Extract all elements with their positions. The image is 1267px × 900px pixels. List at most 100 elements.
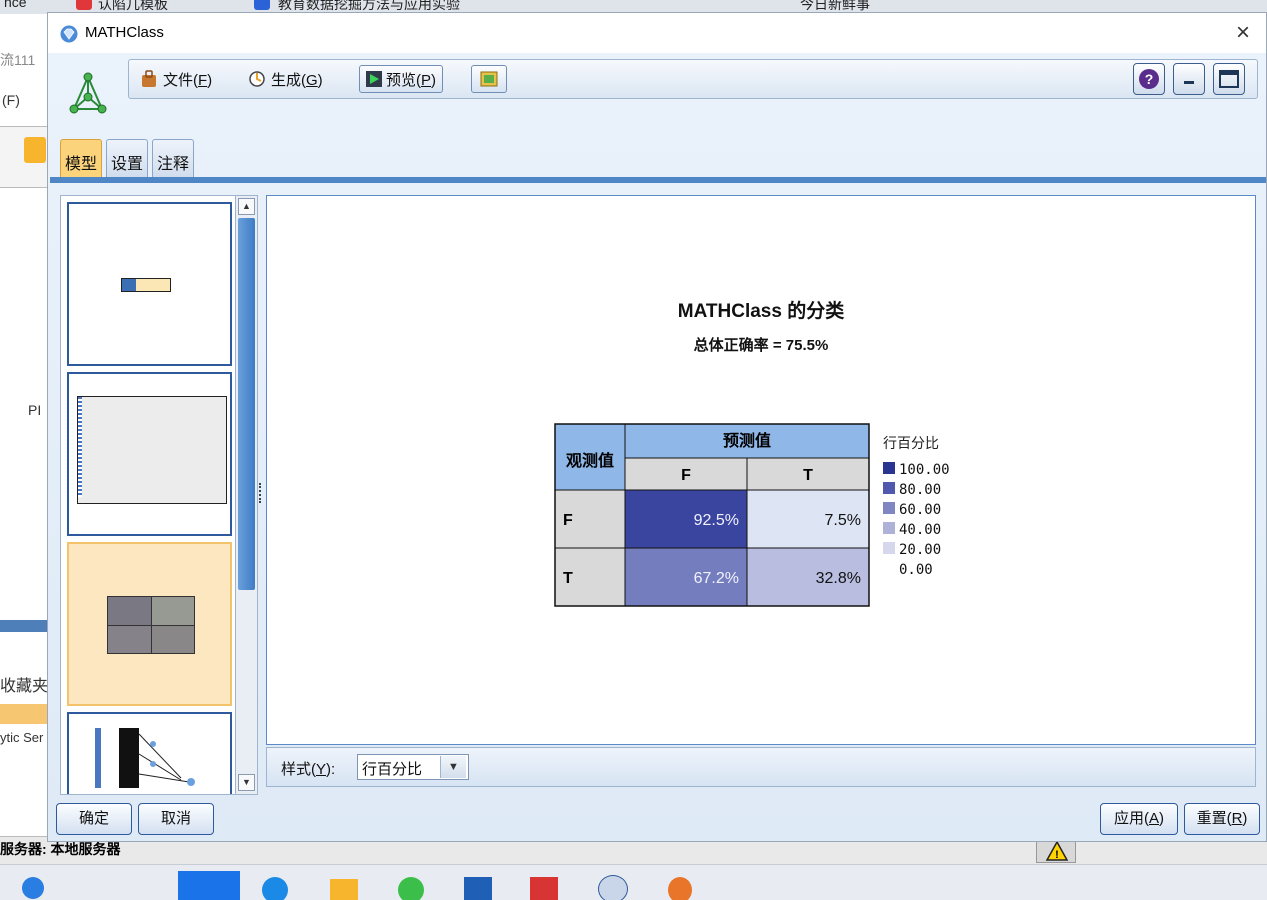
bg-favorites-tab[interactable]: 收藏夹 (0, 672, 48, 696)
matrix-cell-value: 92.5% (694, 512, 739, 529)
file-menu[interactable]: 文件(F) (139, 65, 212, 93)
taskbar-search-button[interactable] (178, 871, 240, 900)
row-header-label: 观测值 (566, 451, 614, 470)
style-label-key: Y (316, 761, 327, 778)
preview-label: 预览( (386, 71, 421, 89)
gem-icon (60, 25, 78, 43)
reset-button[interactable]: 重置(R) (1184, 803, 1260, 835)
file-menu-key: F (198, 71, 208, 89)
legend-swatch (883, 542, 895, 554)
word-icon (254, 0, 270, 10)
help-button[interactable]: ? (1133, 63, 1165, 95)
pane-splitter[interactable] (259, 483, 263, 503)
legend-label: 100.00 (899, 462, 950, 478)
thumbnail-summary[interactable] (67, 202, 232, 366)
file-bag-icon (142, 70, 156, 87)
style-label-prefix: 样式( (281, 761, 316, 778)
scroll-down-arrow-icon[interactable]: ▼ (238, 774, 255, 791)
cancel-button[interactable]: 取消 (138, 803, 214, 835)
apply-button[interactable]: 应用(A) (1100, 803, 1178, 835)
column-label: F (681, 467, 691, 484)
file-menu-label: 文件( (163, 71, 198, 89)
apply-label: 应用( (1113, 810, 1149, 827)
legend-label: 40.00 (899, 522, 941, 538)
browser-icon[interactable] (398, 877, 424, 900)
row-label: F (563, 512, 573, 529)
style-selector-row: 样式(Y): 行百分比 ▼ (266, 747, 1256, 787)
apply-key: A (1148, 810, 1159, 827)
toolbar: 文件(F) 生成(G) 预览(P) ? (128, 59, 1258, 99)
bg-tab-3[interactable]: 教育数据挖掘方法与应用实验 (278, 0, 460, 12)
legend-swatch (883, 502, 895, 514)
bg-tab-1[interactable]: nce (4, 0, 27, 12)
generate-hand-icon (249, 71, 265, 87)
app-icon[interactable] (22, 877, 44, 899)
folder-icon (24, 137, 46, 163)
dropdown-arrow-icon[interactable]: ▼ (440, 756, 466, 778)
column-header-label: 预测值 (723, 431, 771, 450)
file-menu-paren: ) (207, 71, 213, 89)
wps-icon[interactable] (530, 877, 558, 900)
legend-swatch (883, 462, 895, 474)
legend-label: 0.00 (899, 562, 933, 578)
minimize-button[interactable] (1173, 63, 1205, 95)
background-app-left-strip: 流111 (F) PI 收藏夹 ytic Ser (0, 14, 48, 844)
bg-tab-2[interactable]: 认陷几模板 (98, 0, 168, 12)
maximize-button[interactable] (1213, 63, 1245, 95)
style-dropdown[interactable]: 行百分比 ▼ (357, 754, 469, 780)
spss-taskbar-icon[interactable] (598, 875, 628, 900)
reset-key: R (1231, 810, 1243, 827)
ok-button[interactable]: 确定 (56, 803, 132, 835)
preview-button[interactable]: 预览(P) (359, 65, 444, 93)
classification-chart-panel: MATHClass 的分类 总体正确率 = 75.5% 观测值 预测值 F T F 92.… (266, 195, 1256, 745)
tab-settings[interactable]: 设置 (106, 139, 149, 181)
edge-icon[interactable] (262, 877, 288, 900)
style-dropdown-value: 行百分比 (362, 761, 423, 778)
svg-text:!: ! (1055, 849, 1059, 861)
mathclass-dialog: MATHClass × 文件(F) 生成(G) 预览(P) ? 模型 设置 注释… (47, 12, 1267, 842)
legend-label: 20.00 (899, 542, 941, 558)
tab-annotations[interactable]: 注释 (152, 139, 195, 181)
bg-server-item[interactable]: ytic Ser (0, 730, 43, 745)
minimize-icon (1184, 81, 1194, 84)
bg-tab-4[interactable]: 今日新鲜事 (800, 0, 870, 12)
dialog-body: 文件(F) 生成(G) 预览(P) ? 模型 设置 注释 ▲ ▼ MATHCla… (48, 53, 1266, 841)
reset-paren: ) (1242, 810, 1248, 827)
row-label: T (563, 570, 573, 587)
export-button[interactable] (471, 65, 507, 93)
preview-key: P (421, 71, 432, 89)
bg-node-label: PI (28, 402, 42, 418)
thumbnail-scrollbar[interactable]: ▲ ▼ (235, 196, 257, 794)
scrollbar-thumb[interactable] (238, 218, 255, 590)
generate-menu[interactable]: 生成(G) (247, 65, 323, 93)
thumbnail-network[interactable] (67, 712, 232, 794)
column-label: T (803, 467, 813, 484)
thumbnail-network-graphic (95, 728, 195, 788)
apply-paren: ) (1159, 810, 1164, 827)
thumbnail-classification[interactable] (67, 542, 232, 706)
scroll-up-arrow-icon[interactable]: ▲ (238, 198, 255, 215)
windows-taskbar (0, 864, 1267, 900)
close-button[interactable]: × (1230, 21, 1256, 47)
explorer-icon[interactable] (330, 879, 358, 900)
bg-menu-label[interactable]: (F) (2, 92, 20, 108)
chart-thumbnail-list: ▲ ▼ (60, 195, 258, 795)
generate-menu-key: G (306, 71, 318, 89)
generate-menu-paren: ) (317, 71, 323, 89)
store-icon[interactable] (464, 877, 492, 900)
tab-model[interactable]: 模型 (60, 139, 103, 181)
style-label: 样式(Y): (281, 758, 335, 779)
matrix-cell-value: 32.8% (816, 570, 861, 587)
play-icon (366, 71, 382, 87)
legend-title: 行百分比 (883, 435, 939, 451)
classification-matrix: 观测值 预测值 F T F 92.5% 7.5% T 67.2% 32.8% 行百分比 100.00 8… (554, 423, 950, 607)
preview-paren: ) (431, 71, 437, 89)
app2-icon[interactable] (668, 877, 692, 900)
matrix-cell-value: 7.5% (825, 512, 861, 529)
maximize-icon (1219, 70, 1239, 88)
dialog-title: MATHClass (85, 24, 164, 41)
generate-menu-label: 生成( (271, 71, 306, 89)
matrix-cell-value: 67.2% (694, 570, 739, 587)
style-label-suffix: ): (326, 761, 336, 778)
thumbnail-importance[interactable] (67, 372, 232, 536)
